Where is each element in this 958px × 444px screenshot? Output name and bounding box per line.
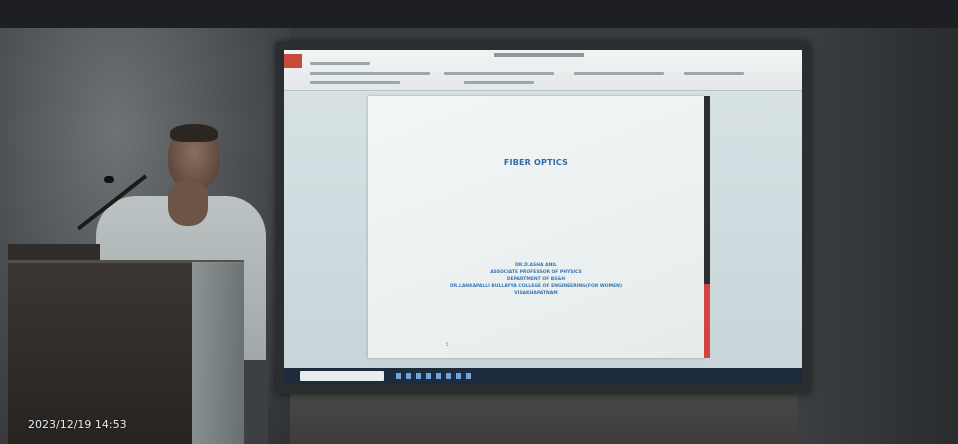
taskbar-app-icon[interactable]	[406, 373, 411, 379]
ribbon-tools-row-3	[574, 72, 664, 75]
slide-canvas: FIBER OPTICS DR.D.ASHA ANIL ASSOCIATE PR…	[368, 96, 704, 358]
slide-title: FIBER OPTICS	[503, 158, 569, 167]
speaker-arm	[168, 180, 208, 226]
slide-info-line: DR.D.ASHA ANIL	[515, 263, 557, 268]
microphone-icon	[104, 176, 114, 183]
slide-author-block: DR.D.ASHA ANIL ASSOCIATE PROFESSOR OF PH…	[368, 262, 704, 297]
office-ribbon	[284, 50, 802, 91]
right-wall	[798, 0, 958, 444]
taskbar-app-icon[interactable]	[416, 373, 421, 379]
scrollbar-accent	[704, 284, 710, 358]
os-taskbar	[284, 368, 802, 384]
taskbar-app-icon[interactable]	[436, 373, 441, 379]
slide-info-line: DEPARTMENT OF BS&H	[506, 277, 566, 282]
ribbon-tab-strip	[310, 62, 370, 65]
taskbar-app-icon[interactable]	[446, 373, 451, 379]
ribbon-tools-row-2	[444, 72, 554, 75]
slide-info-line: ASSOCIATE PROFESSOR OF PHYSICS	[490, 270, 582, 275]
ceiling	[0, 0, 958, 28]
slide-info-line: VISAKHAPATNAM	[514, 291, 558, 296]
taskbar-app-icon[interactable]	[466, 373, 471, 379]
slide-page-number: 5	[446, 342, 449, 347]
taskbar-app-icon[interactable]	[396, 373, 401, 379]
taskbar-app-icon[interactable]	[456, 373, 461, 379]
slide-info-line: DR.LANKAPALLI BULLAYYA COLLEGE OF ENGINE…	[449, 284, 623, 289]
window-title-bar	[494, 53, 584, 57]
ribbon-tools-row-1	[310, 72, 430, 75]
photo-timestamp: 2023/12/19 14:53	[28, 418, 127, 431]
app-menu-icon	[284, 54, 302, 68]
ribbon-tools-row-5	[310, 81, 400, 84]
projected-screen: FIBER OPTICS DR.D.ASHA ANIL ASSOCIATE PR…	[284, 50, 802, 384]
taskbar-search-box[interactable]	[300, 371, 384, 381]
podium-side-panel	[192, 262, 244, 444]
taskbar-app-icon[interactable]	[426, 373, 431, 379]
speaker-hair	[170, 124, 218, 142]
lecture-photo: FIBER OPTICS DR.D.ASHA ANIL ASSOCIATE PR…	[0, 0, 958, 444]
ribbon-tools-row-4	[684, 72, 744, 75]
ribbon-tools-row-6	[464, 81, 534, 84]
